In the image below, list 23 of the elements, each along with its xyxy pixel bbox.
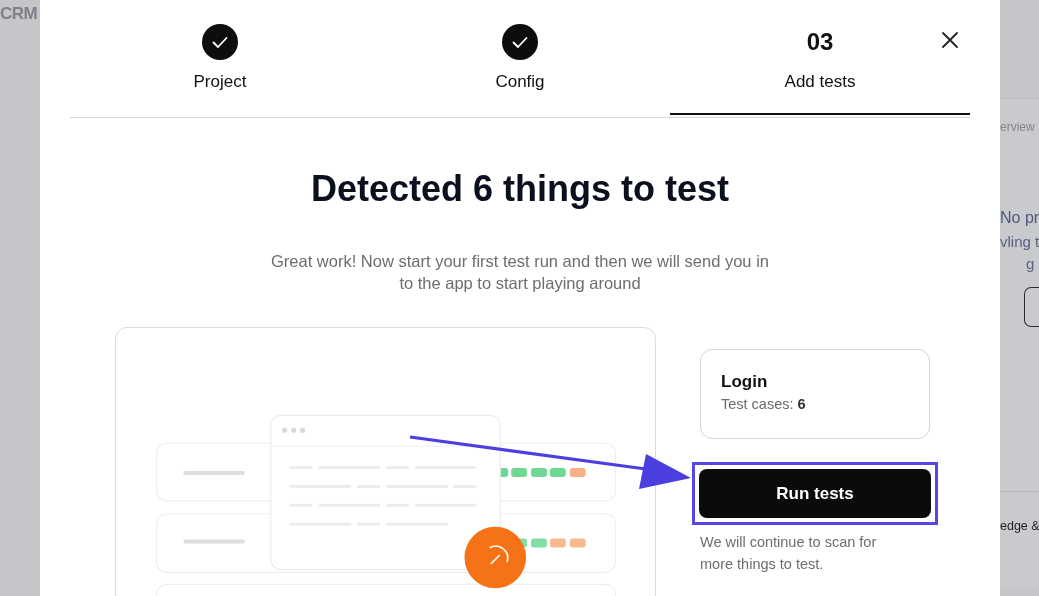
close-button[interactable] [940,30,960,50]
test-name: Login [721,372,769,392]
heading: Detected 6 things to test [309,168,731,210]
footer-text: edge & [1000,519,1039,533]
empty-state-text: vling t [1000,233,1039,250]
empty-state-text: g [1026,255,1035,272]
test-card[interactable]: Login Test cases: 6 [700,349,930,439]
step-number: 03 [806,28,834,56]
step-tab[interactable]: Project [70,0,370,115]
step-label: Project [193,72,247,92]
step-label: Config [495,72,545,92]
step-tab[interactable]: 03 Add tests [670,0,970,115]
step-tab[interactable]: Config [370,0,670,115]
close-icon [940,30,960,50]
check-icon [502,24,538,60]
run-tests-button[interactable]: Run tests [699,469,931,518]
empty-state-title: No pr [1000,209,1039,227]
description: Great work! Now start your first test run and then we will send you in to the app to start playing around [270,251,770,294]
scan-note: We will continue to scan for more things to test. [700,533,878,574]
test-case-count: Test cases: 6 [721,396,807,412]
step-label: Add tests [784,72,856,92]
check-icon [202,24,238,60]
app-name: CRM [0,4,38,24]
